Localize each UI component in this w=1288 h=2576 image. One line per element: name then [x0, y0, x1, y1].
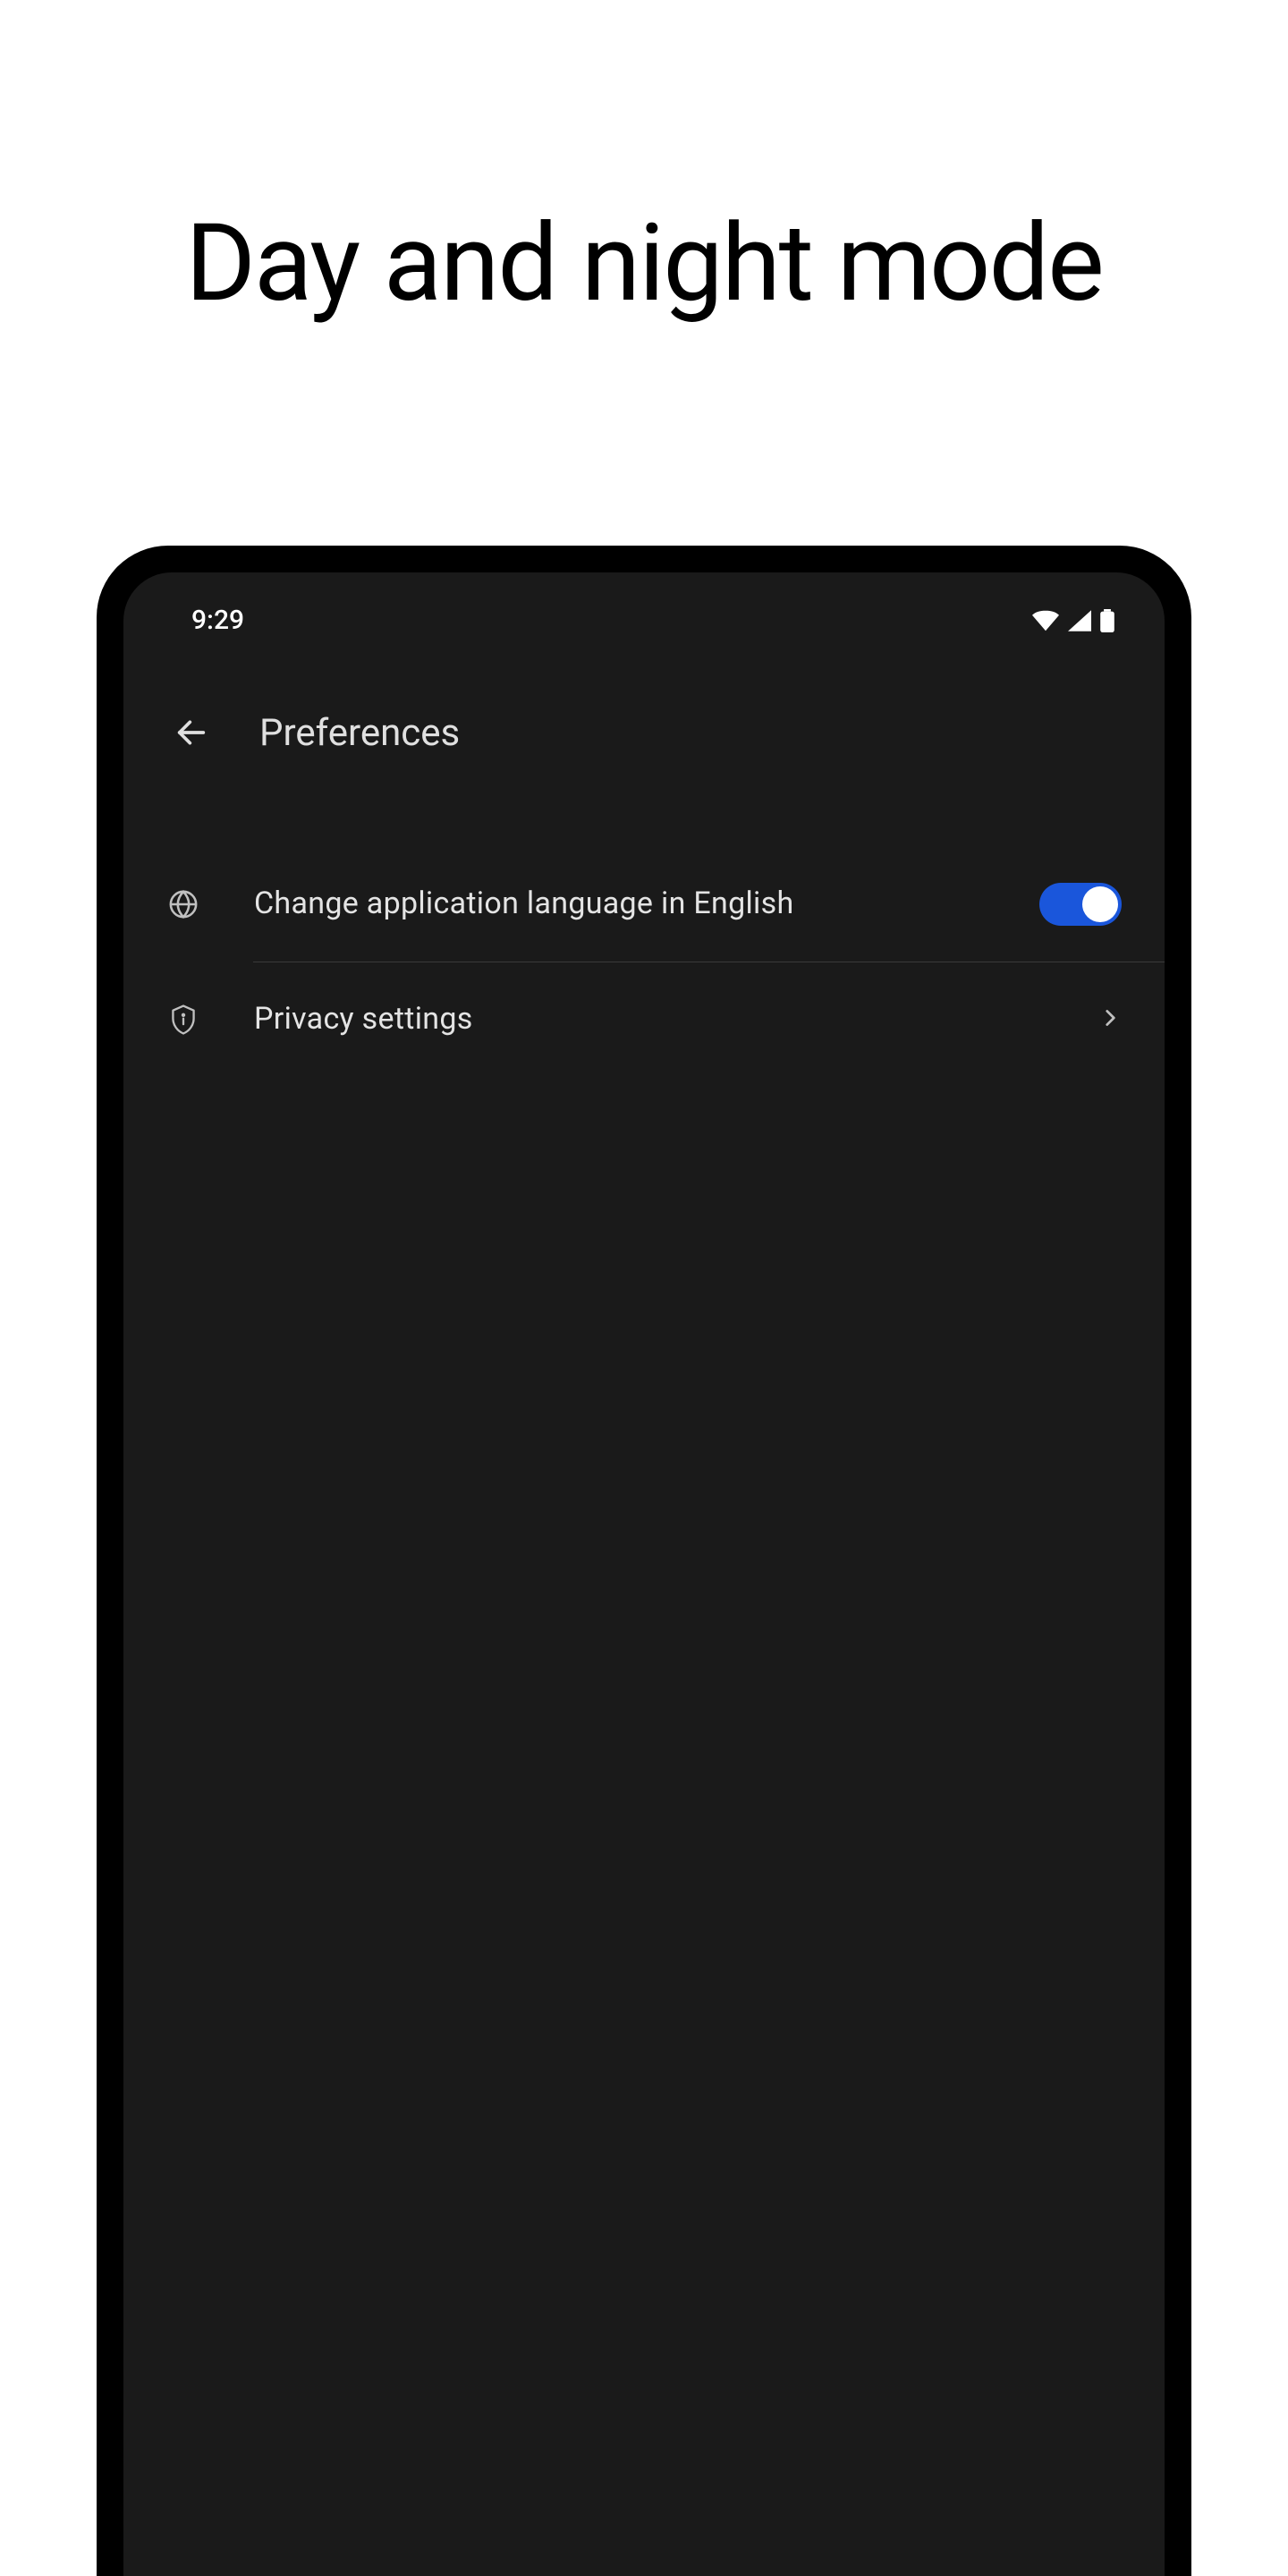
status-bar: 9:29 [123, 572, 1165, 657]
shield-icon [166, 1003, 200, 1037]
status-icons [1032, 609, 1114, 632]
battery-icon [1100, 609, 1114, 632]
phone-frame: 9:29 [97, 546, 1191, 2576]
globe-icon [166, 887, 200, 921]
toggle-thumb [1082, 886, 1118, 922]
settings-item-privacy[interactable]: Privacy settings [123, 962, 1165, 1077]
page-title: Day and night mode [185, 197, 1103, 331]
signal-icon [1068, 610, 1091, 631]
back-arrow-icon [174, 715, 209, 750]
settings-item-language[interactable]: Change application language in English [123, 847, 1165, 962]
language-toggle[interactable] [1039, 883, 1122, 926]
app-bar: Preferences [123, 657, 1165, 793]
settings-label-language: Change application language in English [254, 883, 986, 926]
settings-label-privacy: Privacy settings [254, 998, 1045, 1041]
phone-screen: 9:29 [123, 572, 1165, 2576]
status-time: 9:29 [191, 605, 244, 636]
app-bar-title: Preferences [259, 711, 460, 755]
settings-list: Change application language in English P… [123, 793, 1165, 1077]
back-button[interactable] [166, 708, 216, 758]
wifi-icon [1032, 610, 1059, 631]
chevron-right-icon [1098, 1006, 1122, 1033]
